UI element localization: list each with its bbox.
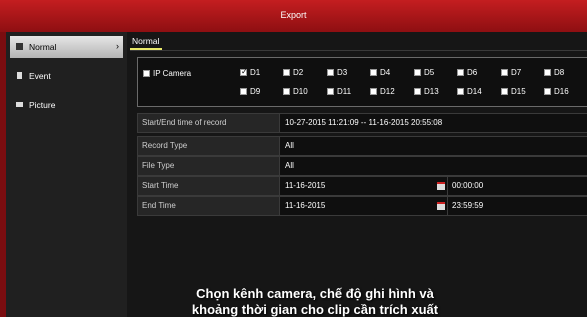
start-clock-field[interactable]: 00:00:00	[452, 181, 483, 190]
checkbox-icon	[283, 69, 290, 76]
channel-label: D4	[380, 68, 391, 77]
channel-label: D11	[337, 87, 352, 96]
checkbox-icon	[544, 88, 551, 95]
calendar-icon[interactable]	[437, 202, 445, 210]
channel-label: D6	[467, 68, 478, 77]
channel-label: D16	[554, 87, 569, 96]
channel-label: D10	[293, 87, 308, 96]
file-type-label: File Type	[142, 161, 175, 170]
sidebar-item-label: Picture	[29, 100, 56, 110]
checkbox-icon	[283, 88, 290, 95]
checkbox-icon	[414, 69, 421, 76]
channel-label: D8	[554, 68, 565, 77]
chevron-right-icon: ›	[116, 41, 119, 51]
start-date-field[interactable]: 11-16-2015	[285, 181, 325, 190]
channel-label: D13	[424, 87, 439, 96]
end-time-row[interactable]: End Time 11-16-2015 23:59:59	[137, 196, 587, 216]
end-date-field[interactable]: 11-16-2015	[285, 201, 325, 210]
channel-label: D12	[380, 87, 395, 96]
start-end-time-row: Start/End time of record 10-27-2015 11:2…	[137, 113, 587, 133]
channel-label: D5	[424, 68, 435, 77]
sidebar-item-picture[interactable]: Picture	[10, 94, 123, 116]
end-time-label: End Time	[142, 201, 176, 210]
start-end-time-label: Start/End time of record	[142, 118, 227, 127]
camera-selection-panel: IP Camera	[137, 57, 587, 107]
event-icon	[17, 72, 22, 79]
file-type-row[interactable]: File Type All	[137, 156, 587, 176]
sidebar-edge	[0, 32, 6, 317]
ip-camera-label: IP Camera	[153, 69, 192, 78]
checkbox-icon	[240, 88, 247, 95]
window-title: Export	[280, 10, 307, 20]
end-clock-field[interactable]: 23:59:59	[452, 201, 483, 210]
start-time-row[interactable]: Start Time 11-16-2015 00:00:00	[137, 176, 587, 196]
tab-normal[interactable]: Normal	[132, 36, 159, 46]
normal-icon	[16, 43, 23, 50]
checkbox-icon	[327, 88, 334, 95]
subtitle-line-2: khoảng thời gian cho clip cần trích xuất	[191, 302, 439, 317]
checkbox-icon	[414, 88, 421, 95]
channel-label: D9	[250, 87, 261, 96]
sidebar-item-normal[interactable]: Normal ›	[10, 36, 123, 58]
checkbox-icon	[370, 88, 377, 95]
file-type-select[interactable]: All	[285, 161, 294, 170]
channel-label: D3	[337, 68, 348, 77]
start-end-time-value: 10-27-2015 11:21:09 -- 11-16-2015 20:55:…	[285, 118, 443, 127]
checkbox-icon	[457, 69, 464, 76]
record-type-label: Record Type	[142, 141, 188, 150]
checkbox-icon	[143, 70, 150, 77]
record-type-row[interactable]: Record Type All	[137, 136, 587, 156]
channel-label: D1	[250, 68, 261, 77]
title-bar: Export	[0, 0, 587, 32]
start-time-label: Start Time	[142, 181, 179, 190]
checkbox-icon	[544, 69, 551, 76]
calendar-icon[interactable]	[437, 182, 445, 190]
tab-divider	[130, 50, 587, 51]
picture-icon	[16, 102, 23, 107]
sidebar-item-event[interactable]: Event	[10, 65, 123, 87]
subtitle-line-1: Chọn kênh camera, chế độ ghi hình và	[196, 286, 434, 301]
checkbox-icon	[457, 88, 464, 95]
sidebar-item-label: Normal	[29, 42, 57, 52]
channel-label: D7	[511, 68, 522, 77]
channel-label: D15	[511, 87, 526, 96]
checkbox-icon	[501, 88, 508, 95]
sidebar-item-label: Event	[29, 71, 51, 81]
channel-label: D2	[293, 68, 304, 77]
checkbox-icon	[370, 69, 377, 76]
checkbox-icon	[327, 69, 334, 76]
checkbox-icon	[240, 67, 248, 76]
channel-label: D14	[467, 87, 482, 96]
record-type-select[interactable]: All	[285, 141, 294, 150]
checkbox-icon	[501, 69, 508, 76]
